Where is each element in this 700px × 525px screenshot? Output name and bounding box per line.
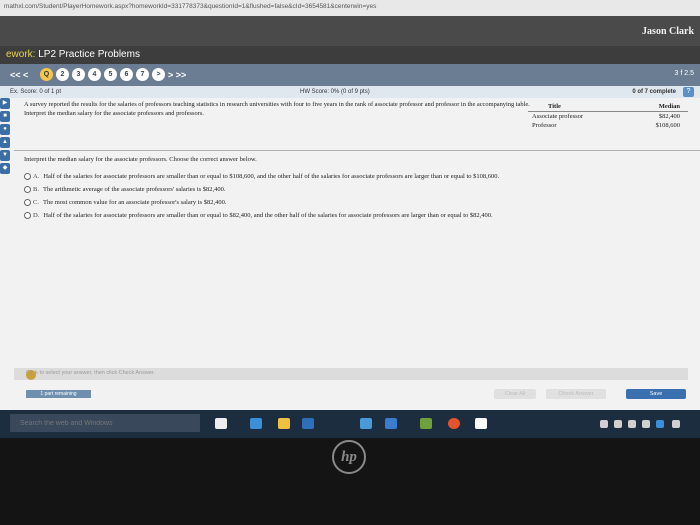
table-header-median: Median [627, 102, 688, 112]
save-button[interactable]: Save [626, 389, 686, 399]
radio-button[interactable] [24, 199, 31, 206]
tray-icon[interactable] [672, 420, 680, 428]
homework-title: LP2 Practice Problems [38, 49, 140, 60]
info-icon[interactable]: ? [26, 370, 36, 380]
address-bar[interactable]: mathxl.com/Student/PlayerHomework.aspx?h… [0, 0, 700, 16]
answer-option-b[interactable]: B. The arithmetic average of the associa… [24, 183, 684, 196]
prev-question-button[interactable]: << < [10, 70, 28, 80]
problem-statement: A survey reported the results for the sa… [24, 101, 530, 117]
radio-button[interactable] [24, 212, 31, 219]
question-dot[interactable]: 2 [56, 68, 69, 81]
left-toolbar: ▶ ■ ● ▲ ▼ ◆ [0, 98, 12, 180]
table-cell-title: Professor [532, 122, 557, 129]
taskbar [0, 410, 700, 438]
homework-score: HW Score: 0% (0 of 9 pts) [300, 89, 370, 95]
tool-icon[interactable]: ◆ [0, 163, 10, 174]
table-cell-median: $82,400 [658, 113, 680, 120]
clear-all-button[interactable]: Clear All [494, 389, 536, 399]
hp-logo: hp [332, 440, 366, 474]
homework-title-bar: ework: LP2 Practice Problems [0, 46, 700, 64]
question-count: 3 f 2.5 [674, 70, 694, 77]
table-header-title: Title [528, 102, 628, 112]
table-cell-title: Associate professor [532, 113, 584, 120]
tool-icon[interactable]: ■ [0, 111, 10, 122]
question-dot[interactable]: 6 [120, 68, 133, 81]
instruction-text: Interpret the median salary for the asso… [24, 156, 257, 163]
user-name[interactable]: Jason Clark [642, 26, 694, 37]
task-view-icon[interactable] [215, 418, 227, 429]
ideas-icon[interactable] [475, 418, 487, 429]
question-dot[interactable]: 7 [136, 68, 149, 81]
divider [14, 150, 700, 151]
tray-icon[interactable] [628, 420, 636, 428]
answer-hint-bar: Click to select your answer, then click … [14, 368, 688, 380]
table-row: Professor $108,600 [528, 121, 688, 130]
next-question-button[interactable]: > >> [168, 70, 186, 80]
action-bar: 1 part remaining Clear All Check Answer … [14, 388, 688, 400]
question-dots: Q 2 3 4 5 6 7 > [40, 68, 165, 81]
completion-status: 0 of 7 complete [632, 89, 676, 95]
salary-table: Title Median Associate professor $82,400… [528, 102, 688, 130]
question-dot[interactable]: 3 [72, 68, 85, 81]
option-letter: B. [33, 186, 39, 193]
tray-icon[interactable] [600, 420, 608, 428]
option-text: Half of the salaries for associate profe… [43, 173, 500, 180]
file-explorer-icon[interactable] [278, 418, 290, 429]
radio-button[interactable] [24, 186, 31, 193]
chrome-icon[interactable] [448, 418, 460, 429]
mail-icon[interactable] [360, 418, 372, 429]
question-dot[interactable]: 5 [104, 68, 117, 81]
check-answer-button[interactable]: Check Answer [546, 389, 606, 399]
tool-icon[interactable]: ● [0, 124, 10, 135]
tray-icon[interactable] [614, 420, 622, 428]
question-dot[interactable]: > [152, 68, 165, 81]
exercise-score: Ex. Score: 0 of 1 pt [10, 89, 62, 95]
store-icon[interactable] [302, 418, 314, 429]
tool-icon[interactable]: ▲ [0, 137, 10, 148]
answer-option-a[interactable]: A. Half of the salaries for associate pr… [24, 170, 684, 183]
edge-icon[interactable] [250, 418, 262, 429]
url-text: mathxl.com/Student/PlayerHomework.aspx?h… [4, 3, 377, 10]
question-dot-current[interactable]: Q [40, 68, 53, 81]
tray-icon[interactable] [656, 420, 664, 428]
app-icon[interactable] [420, 418, 432, 429]
answer-choices: A. Half of the salaries for associate pr… [24, 170, 684, 222]
option-text: The most common value for an associate p… [42, 199, 227, 206]
score-bar: Ex. Score: 0 of 1 pt HW Score: 0% (0 of … [0, 86, 700, 98]
tool-icon[interactable]: ▶ [0, 98, 10, 109]
taskbar-search-input[interactable] [10, 414, 200, 432]
photos-icon[interactable] [385, 418, 397, 429]
option-text: The arithmetic average of the associate … [42, 186, 226, 193]
parts-remaining-badge: 1 part remaining [26, 390, 91, 398]
option-text: Half of the salaries for associate profe… [43, 212, 493, 219]
table-cell-median: $108,600 [655, 122, 680, 129]
tool-icon[interactable]: ▼ [0, 150, 10, 161]
tray-icon[interactable] [642, 420, 650, 428]
answer-option-d[interactable]: D. Half of the salaries for associate pr… [24, 209, 684, 222]
homework-title-prefix: ework: [6, 49, 36, 60]
question-dot[interactable]: 4 [88, 68, 101, 81]
option-letter: C. [33, 199, 39, 206]
answer-option-c[interactable]: C. The most common value for an associat… [24, 196, 684, 209]
top-header: Jason Clark [0, 16, 700, 46]
screen: mathxl.com/Student/PlayerHomework.aspx?h… [0, 0, 700, 438]
option-letter: A. [33, 173, 40, 180]
help-icon[interactable]: ? [683, 87, 694, 97]
table-row: Associate professor $82,400 [528, 112, 688, 122]
question-nav: << < Q 2 3 4 5 6 7 > > >> 3 f 2.5 [0, 64, 700, 86]
option-letter: D. [33, 212, 40, 219]
radio-button[interactable] [24, 173, 31, 180]
hint-text: Click to select your answer, then click … [26, 370, 155, 376]
